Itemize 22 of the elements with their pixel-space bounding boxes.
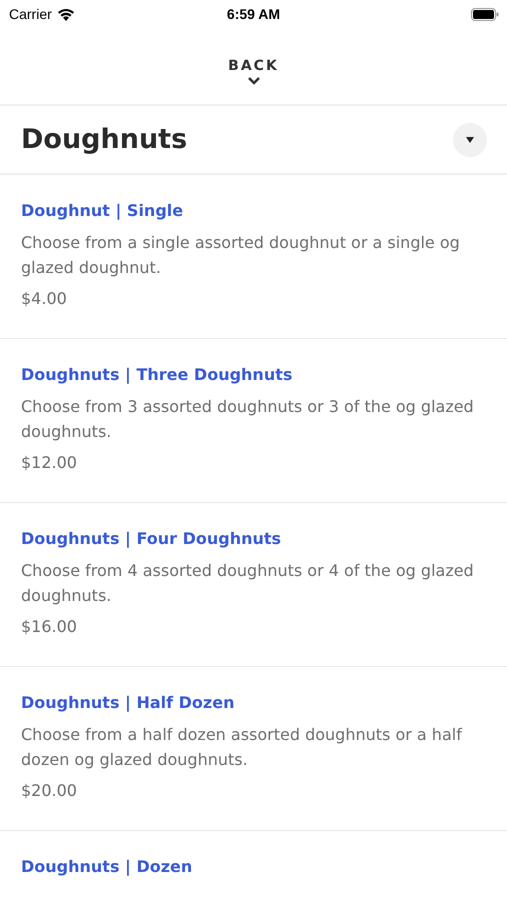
carrier-label: Carrier: [9, 6, 52, 22]
chevron-down-icon: [246, 76, 260, 84]
back-button[interactable]: BACK: [228, 58, 279, 74]
collapse-button[interactable]: [453, 122, 487, 156]
item-price: $4.00: [21, 288, 68, 310]
item-description: Choose from a single assorted doughnut or a single og glazed doughnut.: [21, 232, 461, 279]
item-title[interactable]: Doughnuts | Three Doughnuts: [21, 363, 486, 387]
item-price: $20.00: [21, 780, 78, 802]
item-title[interactable]: Doughnuts | Dozen: [21, 855, 486, 879]
item-title[interactable]: Doughnuts | Half Dozen: [21, 691, 486, 715]
item-title[interactable]: Doughnuts | Four Doughnuts: [21, 527, 486, 551]
wifi-icon: [56, 8, 75, 20]
caret-icon: [466, 136, 474, 142]
item-title[interactable]: Doughnut | Single: [21, 199, 486, 223]
status-time: 6:59 AM: [226, 6, 280, 22]
item-description: Choose from a half dozen assorted doughnuts or a half dozen og glazed doughnuts.: [21, 724, 464, 771]
item-description: Choose from 4 assorted doughnuts or 4 of the og glazed doughnuts.: [21, 560, 475, 607]
item-price: $12.00: [21, 452, 78, 474]
item-price: $16.00: [21, 616, 78, 638]
item-description: Choose from 3 assorted doughnuts or 3 of the og glazed doughnuts.: [21, 396, 475, 443]
section-title: Doughnuts: [21, 124, 188, 155]
battery-icon: [471, 8, 499, 20]
